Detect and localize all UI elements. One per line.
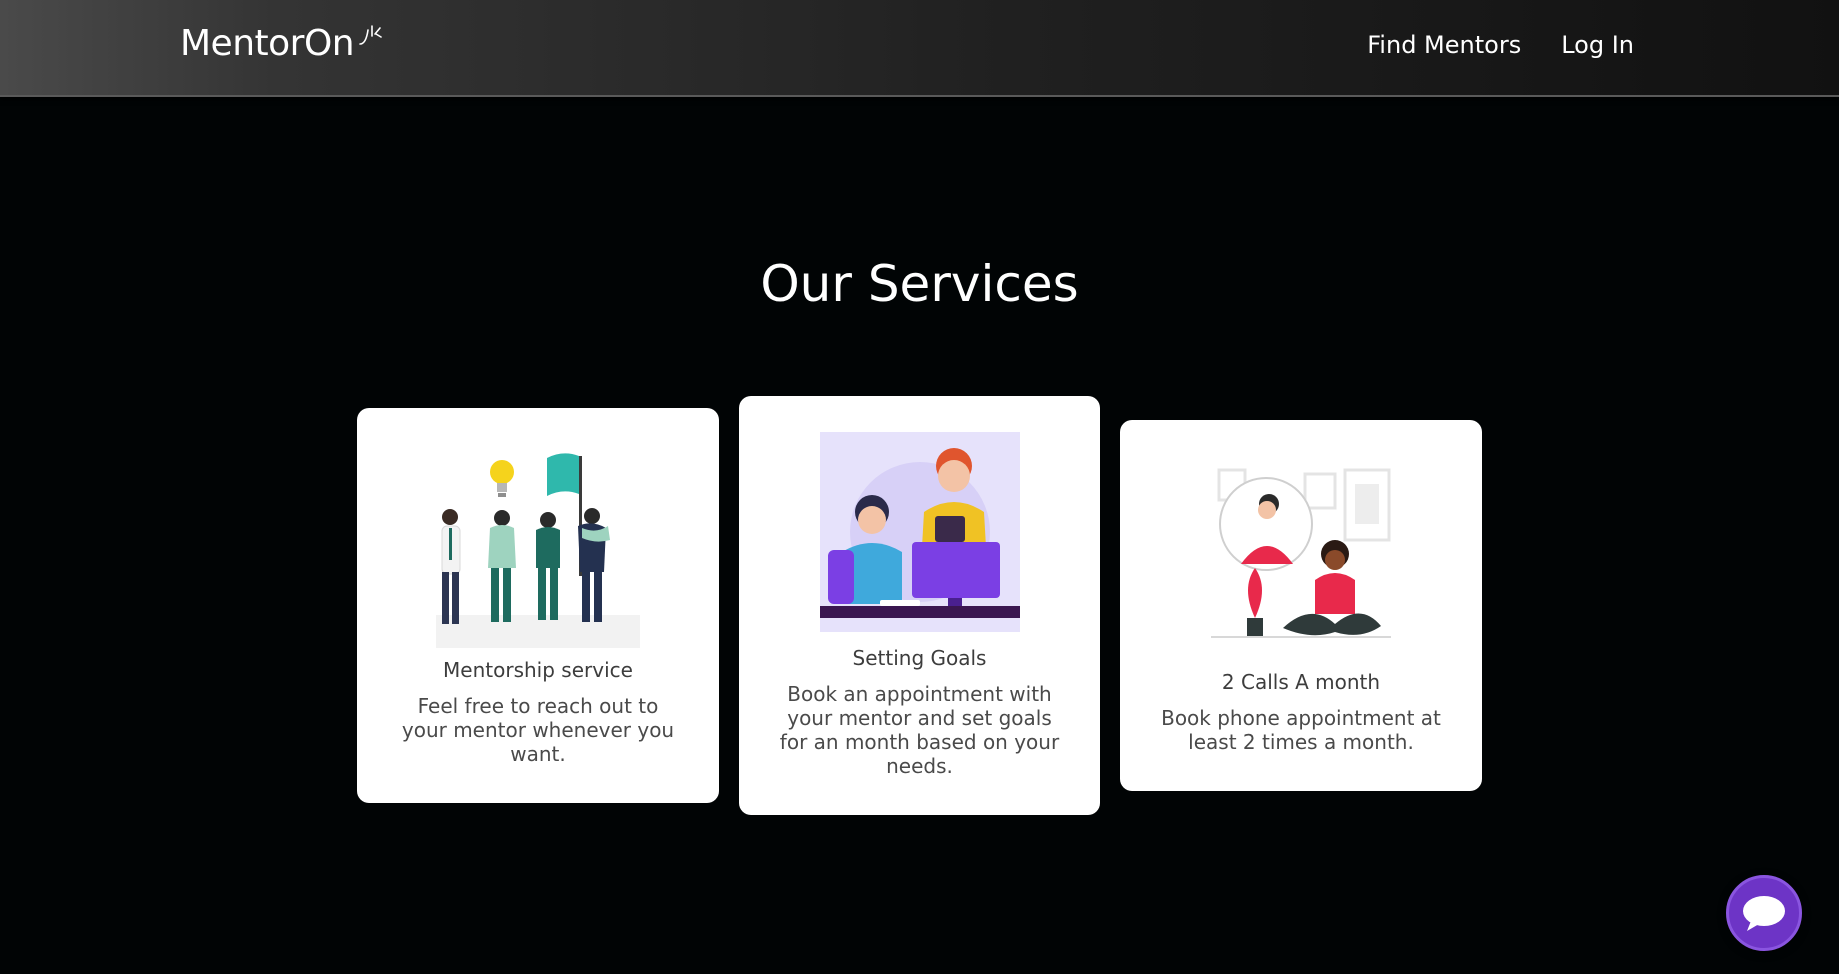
chat-bubble-icon xyxy=(1743,896,1785,931)
section-title: Our Services xyxy=(760,255,1079,313)
card-title: 2 Calls A month xyxy=(1221,670,1381,694)
card-description: Feel free to reach out to your mentor wh… xyxy=(401,694,675,766)
mentor-at-computer-illustration xyxy=(819,432,1020,632)
sparkle-rays-icon xyxy=(359,25,382,45)
card-title: Mentorship service xyxy=(443,658,633,682)
nav-find-mentors[interactable]: Find Mentors xyxy=(1367,27,1521,63)
nav-links: Find Mentors Log In xyxy=(1367,27,1634,63)
navbar: MentorOn Find Mentors Log In xyxy=(0,0,1839,97)
card-description: Book an appointment with your mentor and… xyxy=(779,682,1060,778)
phone-call-illustration xyxy=(1211,468,1391,638)
service-card-mentorship[interactable]: Mentorship service Feel free to reach ou… xyxy=(357,408,719,803)
brand-logo[interactable]: MentorOn xyxy=(180,22,382,66)
service-card-calls[interactable]: 2 Calls A month Book phone appointment a… xyxy=(1120,420,1482,791)
card-title: Setting Goals xyxy=(852,646,987,670)
card-description: Book phone appointment at least 2 times … xyxy=(1161,706,1441,754)
team-with-flag-illustration xyxy=(436,453,640,648)
nav-log-in[interactable]: Log In xyxy=(1561,27,1634,63)
brand-name: MentorOn xyxy=(180,23,355,64)
chat-button[interactable] xyxy=(1726,875,1802,951)
service-card-setting-goals[interactable]: Setting Goals Book an appointment with y… xyxy=(739,396,1100,815)
